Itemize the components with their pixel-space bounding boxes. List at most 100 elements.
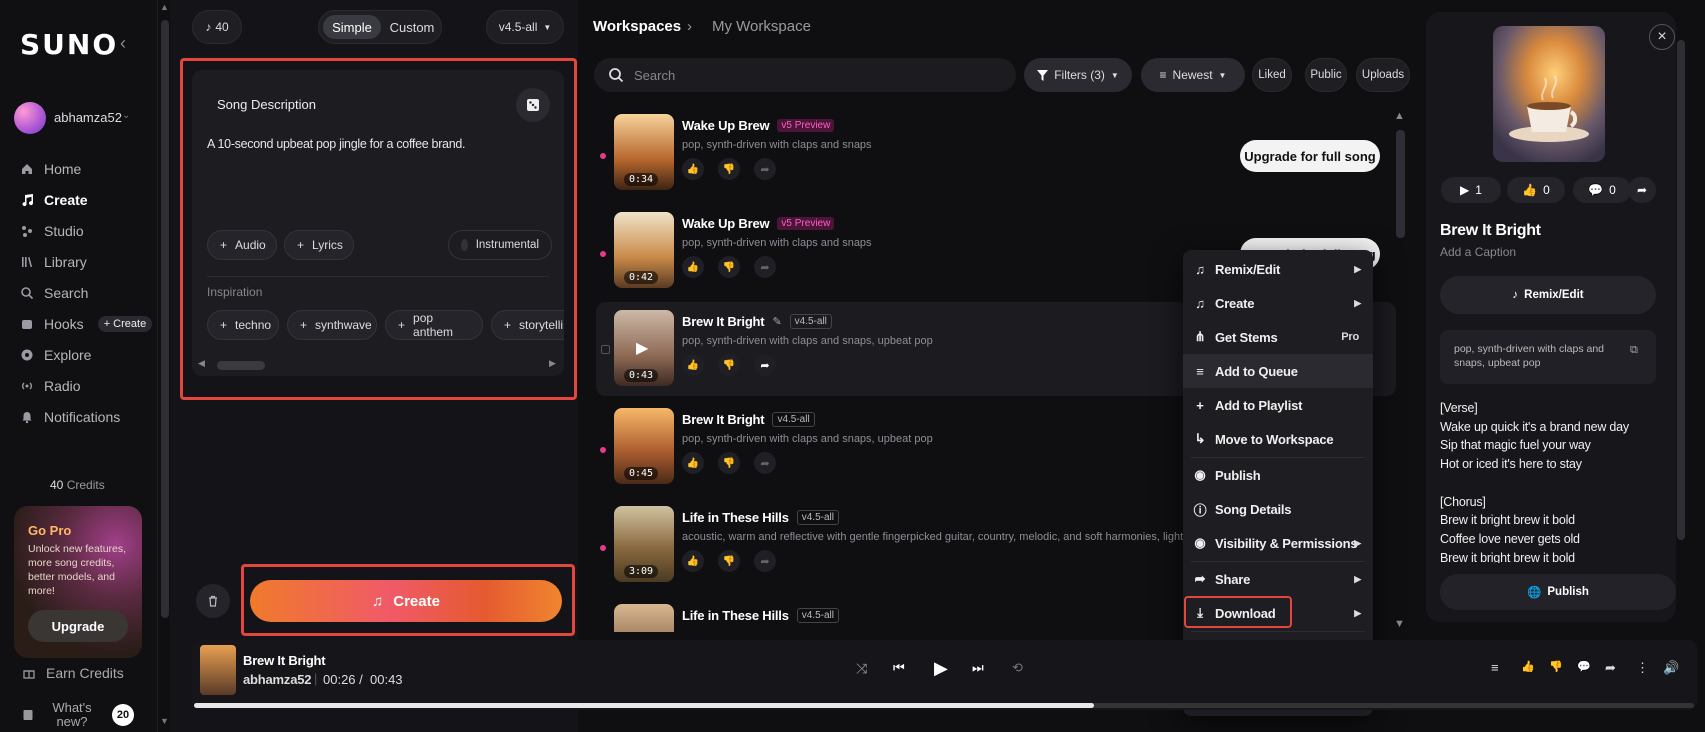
song-thumbnail[interactable]: 3:09	[614, 506, 674, 582]
add-lyrics-button[interactable]: + Lyrics	[284, 230, 354, 260]
share-icon[interactable]: ➦	[1605, 660, 1616, 676]
scroll-up-arrow-icon[interactable]: ▲	[160, 2, 169, 12]
previous-icon[interactable]: ⏮	[893, 660, 905, 676]
close-icon[interactable]: ×	[1649, 24, 1675, 50]
song-thumbnail[interactable]: ▶ 0:43	[614, 310, 674, 386]
dice-button[interactable]	[516, 88, 550, 122]
nav-studio[interactable]: Studio	[20, 220, 84, 242]
song-title[interactable]: Wake Up Brew	[682, 216, 770, 231]
mode-simple-tab[interactable]: Simple	[323, 15, 381, 39]
share-button[interactable]: ➦	[754, 354, 776, 376]
comment-icon[interactable]: 💬	[1577, 660, 1591, 673]
like-count[interactable]: 👍 0	[1507, 177, 1565, 203]
remix-edit-button[interactable]: ♪ Remix/Edit	[1440, 276, 1656, 314]
thumbs-down-button[interactable]: 👎	[718, 354, 740, 376]
thumbs-down-button[interactable]: 👎	[718, 158, 740, 180]
shuffle-icon[interactable]: ⤨	[856, 660, 867, 677]
menu-item-add-to-playlist[interactable]: + Add to Playlist	[1183, 388, 1373, 422]
song-thumbnail[interactable]: 0:42	[614, 212, 674, 288]
copy-icon[interactable]: ⧉	[1630, 344, 1638, 357]
song-list-scrollbar[interactable]	[1396, 130, 1405, 238]
liked-filter[interactable]: Liked	[1252, 58, 1292, 92]
thumbs-down-icon[interactable]: 👎	[1549, 660, 1563, 673]
nav-hooks[interactable]: Hooks + Create	[20, 313, 153, 335]
upgrade-button[interactable]: Upgrade	[28, 610, 128, 642]
play-count[interactable]: ▶ 1	[1441, 177, 1501, 203]
select-checkbox[interactable]	[601, 345, 610, 354]
scroll-up-arrow-icon[interactable]: ▲	[1394, 110, 1405, 122]
player-title[interactable]: Brew It Bright	[243, 653, 326, 668]
menu-item-get-stems[interactable]: ⋔ Get Stems Pro	[1183, 320, 1373, 354]
nav-create[interactable]: Create	[20, 189, 88, 211]
breadcrumb-workspaces[interactable]: Workspaces	[593, 18, 681, 35]
collapse-sidebar-icon[interactable]: ‹	[120, 33, 126, 54]
scroll-left-arrow-icon[interactable]: ◀	[198, 358, 205, 369]
play-icon[interactable]: ▶	[934, 658, 948, 679]
earn-credits-link[interactable]: Earn Credits	[22, 665, 124, 681]
menu-item-add-to-queue[interactable]: ≡ Add to Queue	[1183, 354, 1373, 388]
scroll-right-arrow-icon[interactable]: ▶	[549, 358, 556, 369]
next-icon[interactable]: ⏭	[972, 660, 984, 676]
public-filter[interactable]: Public	[1305, 58, 1347, 92]
song-thumbnail[interactable]: 0:45	[614, 408, 674, 484]
thumbs-up-button[interactable]: 👍	[682, 550, 704, 572]
thumbs-up-button[interactable]: 👍	[682, 452, 704, 474]
add-caption[interactable]: Add a Caption	[1440, 245, 1516, 259]
menu-item-move-to-workspace[interactable]: ↳ Move to Workspace	[1183, 422, 1373, 456]
menu-item-create[interactable]: ♫ Create ▶	[1183, 286, 1373, 320]
repeat-icon[interactable]: ⟲	[1012, 660, 1023, 676]
sort-button[interactable]: ≡ Newest ▼	[1141, 58, 1245, 92]
song-title[interactable]: Brew It Bright	[682, 412, 765, 427]
player-artist[interactable]: abhamza52	[243, 672, 311, 687]
thumbs-down-button[interactable]: 👎	[718, 550, 740, 572]
song-title[interactable]: Wake Up Brew	[682, 118, 770, 133]
upgrade-full-song-button[interactable]: Upgrade for full song	[1240, 140, 1380, 172]
menu-item-remix-edit[interactable]: ♫ Remix/Edit ▶	[1183, 252, 1373, 286]
share-button[interactable]: ➦	[754, 256, 776, 278]
song-title[interactable]: Life in These Hills	[682, 608, 789, 623]
credits-pill[interactable]: ♪ 40	[192, 10, 242, 44]
nav-search[interactable]: Search	[20, 282, 88, 304]
sidebar-scrollbar[interactable]	[161, 20, 169, 618]
song-description-input[interactable]: A 10-second upbeat pop jingle for a coff…	[207, 137, 547, 151]
horizontal-scrollbar[interactable]	[217, 361, 265, 370]
song-title[interactable]: Life in These Hills	[682, 510, 789, 525]
whats-new-link[interactable]: What's new?	[22, 701, 100, 729]
inspiration-chip[interactable]: + pop anthem	[385, 310, 483, 340]
chevron-down-icon[interactable]: ⌄	[122, 110, 130, 121]
scroll-down-arrow-icon[interactable]: ▼	[160, 716, 169, 726]
edit-pencil-icon[interactable]: ✎	[772, 315, 781, 328]
hooks-create-button[interactable]: + Create	[97, 316, 153, 332]
username[interactable]: abhamza52	[54, 110, 122, 125]
share-button[interactable]: ➦	[754, 550, 776, 572]
song-thumbnail[interactable]	[614, 604, 674, 632]
comment-count[interactable]: 💬 0	[1573, 177, 1631, 203]
add-audio-button[interactable]: + Audio	[207, 230, 277, 260]
menu-item-share[interactable]: ➦ Share ▶	[1183, 562, 1373, 596]
inspiration-chip[interactable]: + techno	[207, 310, 279, 340]
nav-radio[interactable]: Radio	[20, 375, 81, 397]
search-input[interactable]: Search	[594, 58, 1016, 92]
publish-button[interactable]: 🌐 Publish	[1440, 574, 1676, 610]
player-cover-image[interactable]	[200, 645, 236, 695]
thumbs-up-icon[interactable]: 👍	[1521, 660, 1535, 673]
uploads-filter[interactable]: Uploads	[1356, 58, 1410, 92]
share-button[interactable]: ➦	[1628, 177, 1656, 203]
share-button[interactable]: ➦	[754, 452, 776, 474]
suno-logo[interactable]: SUNO	[20, 28, 118, 61]
inspiration-chip[interactable]: + storytelli	[491, 310, 564, 340]
play-overlay-icon[interactable]: ▶	[636, 338, 648, 358]
thumbs-up-button[interactable]: 👍	[682, 256, 704, 278]
thumbs-down-button[interactable]: 👎	[718, 452, 740, 474]
more-options-icon[interactable]: ⋮	[1636, 660, 1649, 676]
nav-notifications[interactable]: Notifications	[20, 406, 120, 428]
volume-icon[interactable]: 🔊	[1663, 660, 1679, 676]
nav-library[interactable]: Library	[20, 251, 87, 273]
detail-scrollbar[interactable]	[1677, 40, 1685, 540]
model-selector[interactable]: v4.5-all ▼	[486, 10, 564, 44]
song-title[interactable]: Brew It Bright	[682, 314, 765, 329]
menu-item-song-details[interactable]: ⓘ Song Details	[1183, 492, 1373, 526]
mode-custom-tab[interactable]: Custom	[385, 15, 439, 39]
avatar[interactable]	[14, 102, 46, 134]
song-thumbnail[interactable]: 0:34	[614, 114, 674, 190]
